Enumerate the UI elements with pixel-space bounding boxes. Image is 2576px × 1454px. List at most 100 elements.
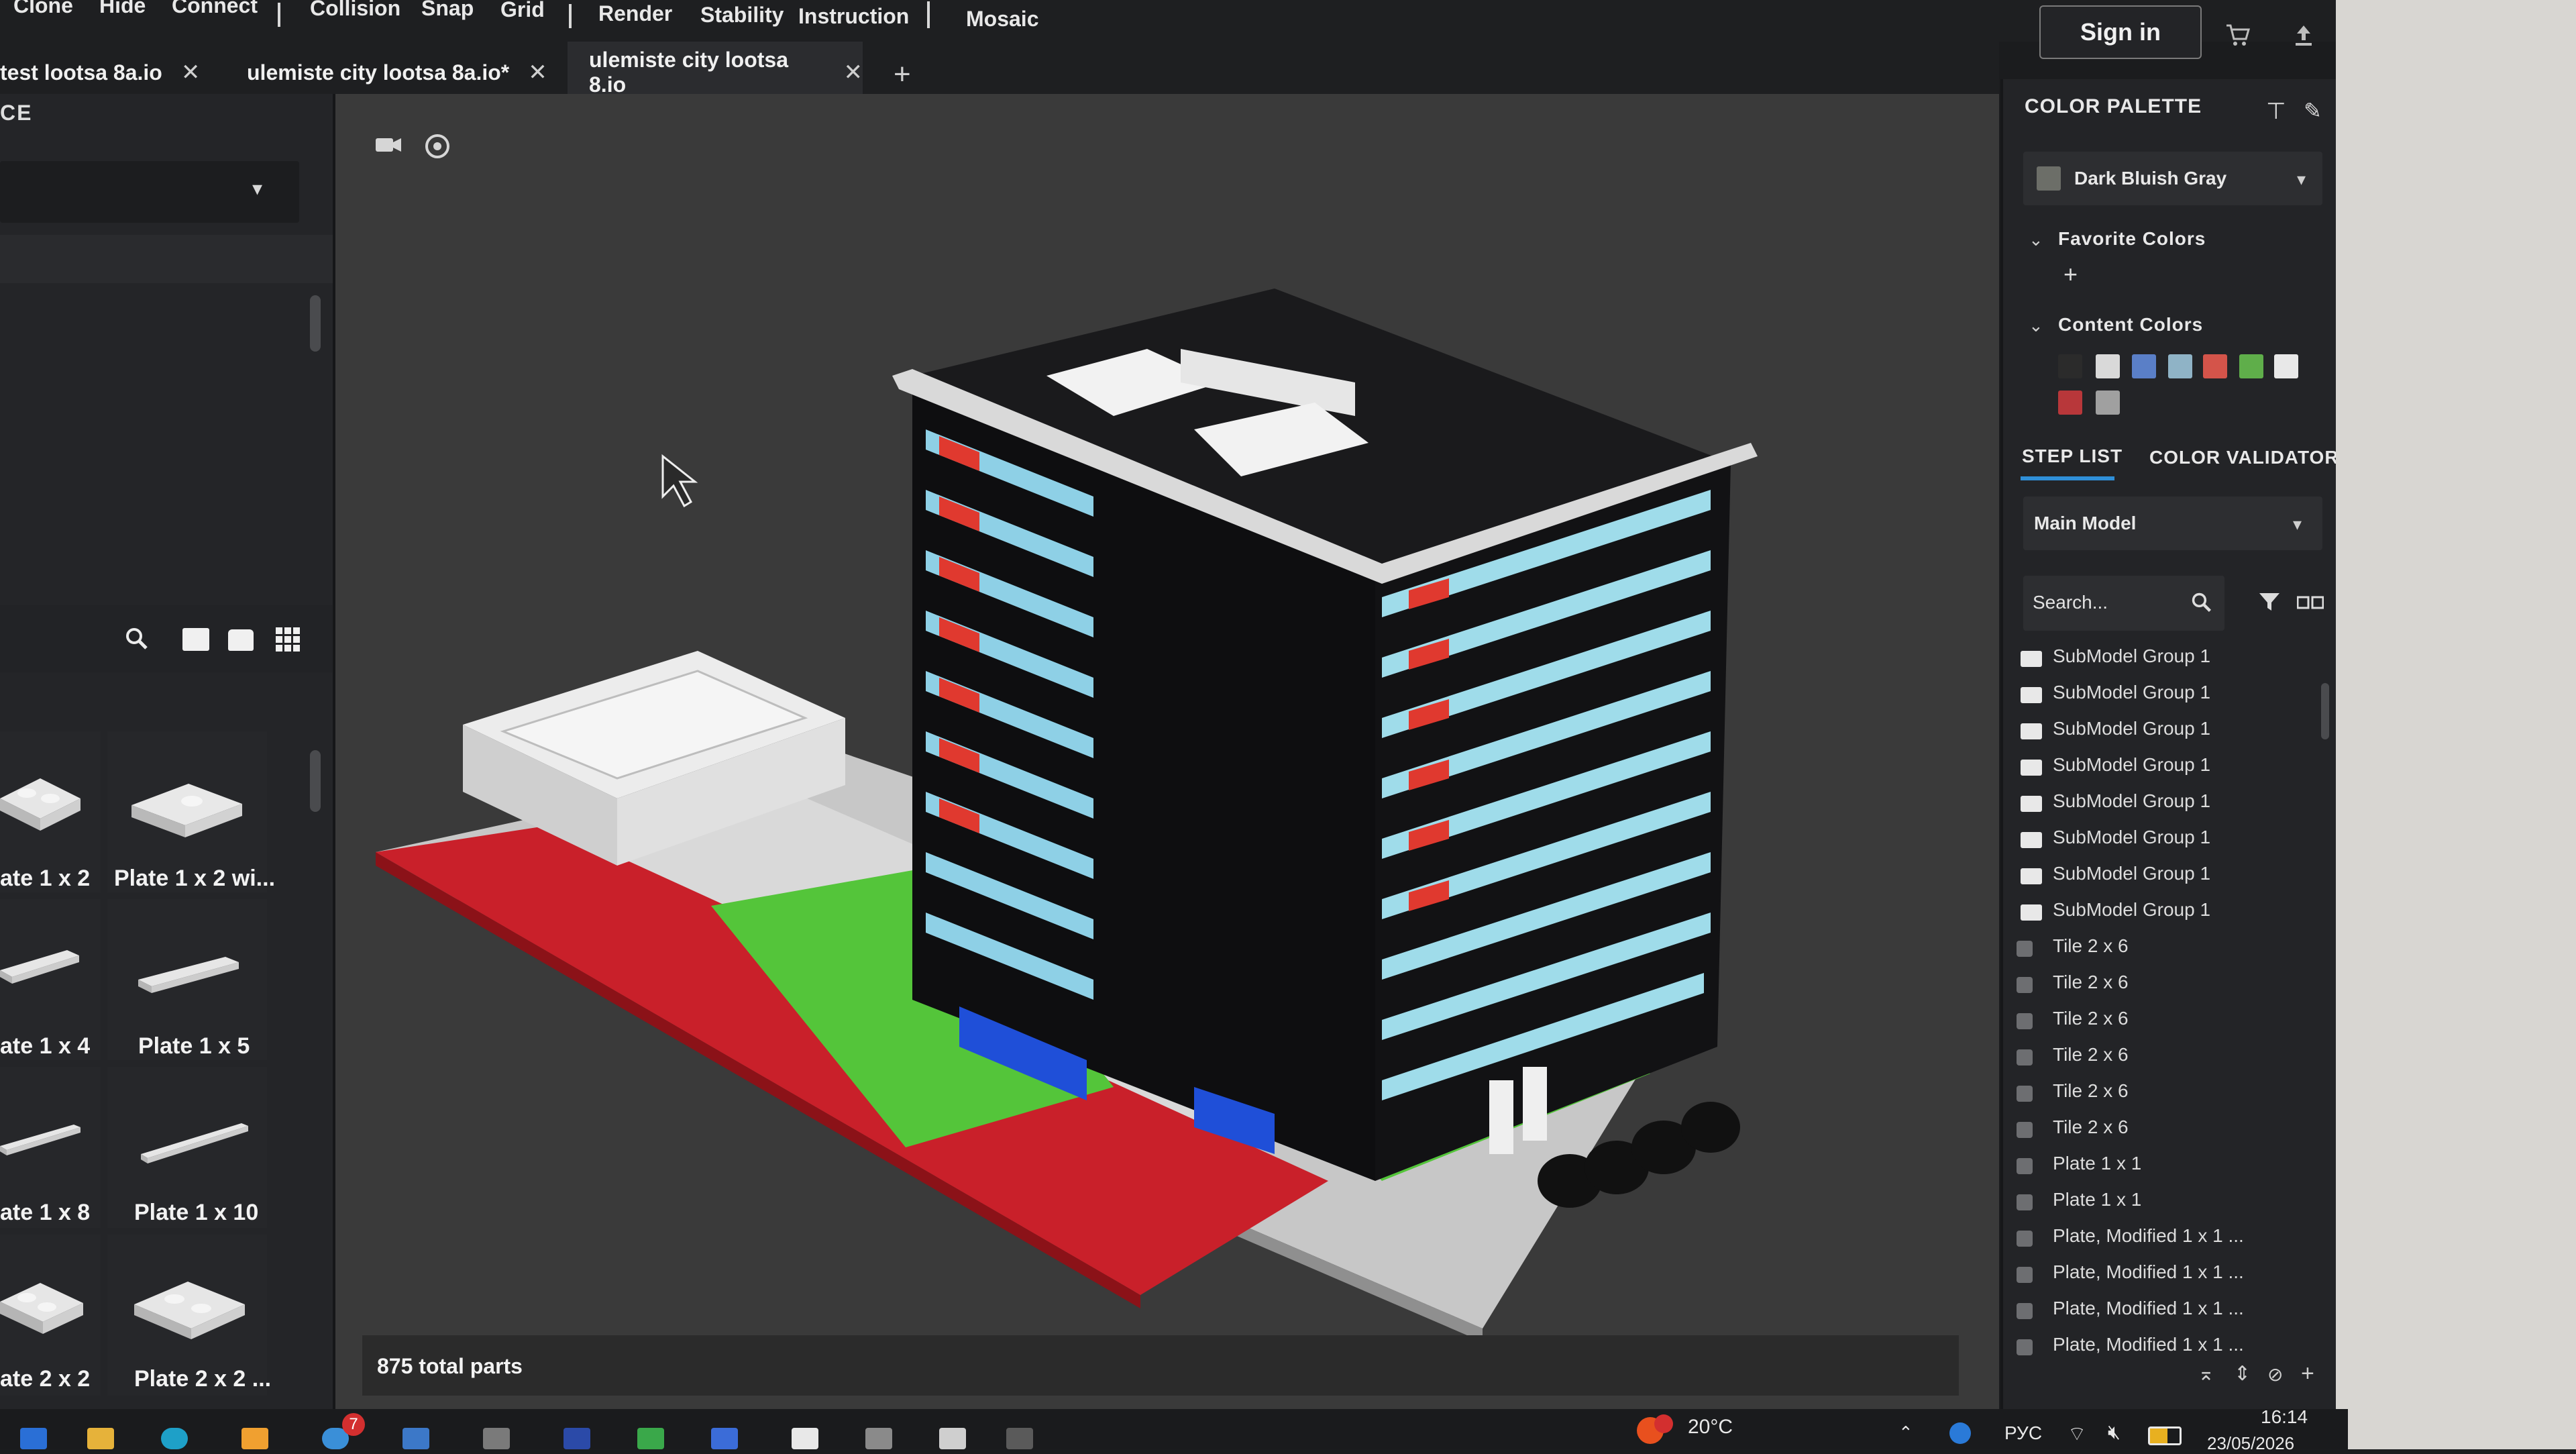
step-label: Plate 1 x 1 (2053, 1153, 2142, 1174)
language-indicator[interactable]: РУС (2004, 1422, 2042, 1444)
brick-icon (2017, 1231, 2033, 1247)
menu-collision[interactable]: Collision (310, 0, 400, 21)
collapse-icon[interactable]: ⌅ (2198, 1362, 2214, 1386)
app-icon[interactable] (241, 1428, 268, 1449)
color-palette-title: COLOR PALETTE (2025, 95, 2202, 117)
app-icon[interactable] (711, 1428, 738, 1449)
scrollbar[interactable] (310, 295, 321, 352)
parts-toolbar (0, 605, 333, 672)
search-placeholder: Search... (2033, 592, 2108, 613)
expand-icon[interactable]: ⇕ (2234, 1362, 2251, 1386)
brick-icon (2017, 1303, 2033, 1319)
excel-icon[interactable] (637, 1428, 664, 1449)
menu-hide[interactable]: Hide (99, 0, 146, 18)
paint-roller-icon[interactable]: ⊤ (2266, 98, 2286, 125)
lego-model-render (376, 289, 1758, 1342)
battery-icon[interactable] (2148, 1426, 2182, 1445)
menu-separator (569, 4, 572, 28)
tab-label: test lootsa 8a.io (0, 60, 162, 85)
part-label: Plate 1 x 10 (134, 1200, 259, 1225)
color-swatch[interactable] (2096, 354, 2120, 378)
color-swatch[interactable] (2096, 391, 2120, 415)
step-search-field[interactable]: Search... (2023, 576, 2224, 631)
color-select[interactable]: Dark Bluish Gray ▾ (2023, 152, 2322, 205)
chevron-down-icon[interactable]: ⌄ (2029, 229, 2043, 250)
menu-grid[interactable]: Grid (500, 0, 545, 22)
color-swatch[interactable] (2239, 354, 2263, 378)
studio-icon[interactable] (792, 1428, 818, 1449)
add-color-plus-icon[interactable]: + (2063, 260, 2078, 289)
background-room (2336, 0, 2576, 1449)
menu-clone[interactable]: Clone (13, 0, 73, 18)
close-icon[interactable]: ✕ (181, 59, 201, 86)
cart-icon[interactable] (2218, 15, 2258, 55)
notification-badge: 7 (342, 1413, 365, 1436)
panel-title: CE (0, 101, 33, 125)
menu-render[interactable]: Render (598, 1, 672, 26)
brick-icon (2017, 1086, 2033, 1102)
model-select[interactable]: Main Model ▾ (2023, 497, 2322, 550)
right-panel (2000, 79, 2339, 1414)
upload-icon[interactable] (2284, 15, 2324, 55)
file-explorer-icon[interactable] (87, 1428, 114, 1449)
part-label: Plate 2 x 2 ... (134, 1366, 272, 1392)
chevron-down-icon[interactable]: ⌄ (2029, 315, 2043, 336)
chevron-down-icon: ▾ (2293, 514, 2302, 534)
grid-view-icon[interactable] (275, 627, 301, 656)
close-icon[interactable]: ✕ (844, 59, 863, 86)
total-parts-count: 875 total parts (377, 1354, 523, 1378)
app-icon[interactable] (939, 1428, 966, 1449)
tab-color-validator[interactable]: COLOR VALIDATOR (2149, 447, 2339, 468)
sign-in-button[interactable]: Sign in (2039, 5, 2202, 59)
menu-stability[interactable]: Stability (700, 3, 784, 28)
menu-connect[interactable]: Connect (172, 0, 258, 18)
close-icon[interactable]: ✕ (528, 59, 547, 86)
filter-icon[interactable] (2258, 590, 2281, 617)
tab-label: ulemiste city lootsa 8a.io* (247, 60, 510, 85)
folder-icon (2021, 687, 2042, 703)
hide-icon[interactable]: ⊘ (2267, 1363, 2283, 1386)
chevron-up-icon[interactable]: ⌃ (1898, 1422, 1913, 1443)
folder-icon (2021, 904, 2042, 921)
scrollbar[interactable] (310, 750, 321, 812)
color-swatch[interactable] (2203, 354, 2227, 378)
settings-icon[interactable] (483, 1428, 510, 1449)
brick-icon (2017, 1194, 2033, 1210)
brick-icon (2017, 1339, 2033, 1355)
folder-icon (2021, 760, 2042, 776)
view-toggle-icon[interactable] (2296, 593, 2324, 615)
search-icon[interactable] (125, 627, 149, 654)
onedrive-icon[interactable] (1949, 1422, 1971, 1444)
tab-step-list[interactable]: STEP LIST (2022, 446, 2123, 467)
new-tab-plus-icon[interactable]: + (894, 58, 911, 91)
word-icon[interactable] (402, 1428, 429, 1449)
wifi-icon[interactable]: ⌔ (2068, 1421, 2086, 1447)
color-swatch[interactable] (2058, 391, 2082, 415)
add-step-icon[interactable]: + (2301, 1361, 2314, 1387)
list-view-icon[interactable] (182, 628, 209, 651)
selected-color-name: Dark Bluish Gray (2074, 168, 2227, 189)
color-swatch[interactable] (2132, 354, 2156, 378)
scrollbar[interactable] (2321, 683, 2329, 739)
volume-muted-icon[interactable]: 🔇︎ (2108, 1421, 2121, 1444)
menu-mosaic[interactable]: Mosaic (966, 7, 1038, 32)
filter-strip (0, 235, 333, 283)
photoshop-icon[interactable] (564, 1428, 590, 1449)
browser-icon[interactable] (161, 1428, 188, 1449)
menu-instruction[interactable]: Instruction (798, 4, 909, 29)
color-swatch[interactable] (2274, 354, 2298, 378)
menu-separator (278, 3, 280, 27)
edit-pencil-icon[interactable]: ✎ (2304, 98, 2322, 123)
weather-temperature: 20°C (1688, 1416, 1733, 1438)
color-swatch[interactable] (2058, 354, 2082, 378)
start-icon[interactable] (20, 1428, 47, 1449)
color-swatch[interactable] (2168, 354, 2192, 378)
app-icon[interactable] (865, 1428, 892, 1449)
step-label: SubModel Group 1 (2053, 645, 2211, 666)
3d-viewport[interactable] (335, 94, 1999, 1409)
category-dropdown[interactable]: ▾ (0, 161, 299, 223)
app-icon[interactable] (1006, 1428, 1033, 1449)
menu-snap[interactable]: Snap (421, 0, 474, 21)
step-label: SubModel Group 1 (2053, 754, 2211, 775)
brick-view-icon[interactable] (228, 629, 254, 651)
